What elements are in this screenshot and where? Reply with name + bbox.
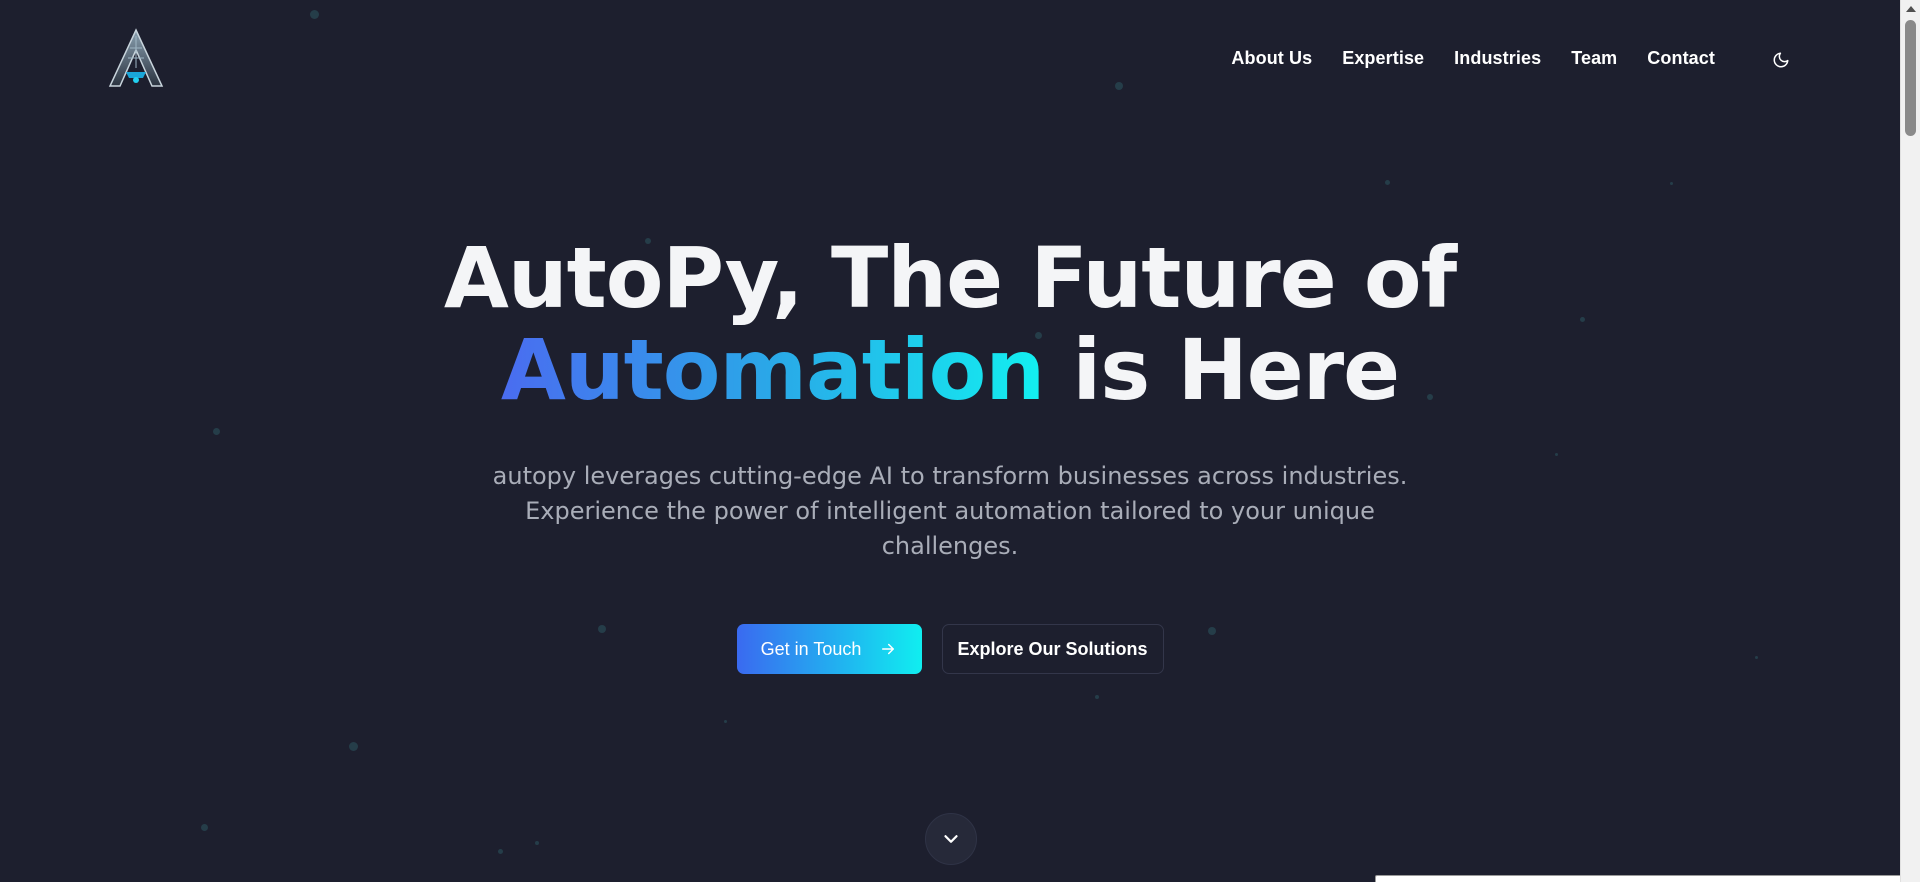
headline-line-2-rest: is Here bbox=[1044, 321, 1400, 419]
moon-icon bbox=[1773, 52, 1789, 68]
vertical-scrollbar[interactable] bbox=[1900, 0, 1920, 882]
subtitle-line-2: Experience the power of intelligent auto… bbox=[525, 497, 1375, 525]
headline-line-1: AutoPy, The Future of bbox=[443, 229, 1457, 327]
subtitle-line-1: autopy leverages cutting-edge AI to tran… bbox=[492, 462, 1408, 490]
hero-headline: AutoPy, The Future of Automation is Here bbox=[0, 232, 1900, 416]
autopy-logo-icon[interactable] bbox=[106, 28, 166, 90]
particle-dot bbox=[1555, 453, 1558, 456]
nav-link-industries[interactable]: Industries bbox=[1454, 48, 1541, 69]
nav-link-team[interactable]: Team bbox=[1571, 48, 1617, 69]
scroll-up-arrow-icon[interactable] bbox=[1906, 6, 1916, 12]
nav-link-expertise[interactable]: Expertise bbox=[1342, 48, 1424, 69]
particle-dot bbox=[201, 824, 208, 831]
particle-dot bbox=[535, 841, 539, 845]
autopy-a-logo-icon bbox=[108, 28, 164, 87]
particle-dot bbox=[349, 742, 358, 751]
nav-link-about-us[interactable]: About Us bbox=[1231, 48, 1312, 69]
nav-link-contact[interactable]: Contact bbox=[1647, 48, 1715, 69]
particle-dot bbox=[213, 428, 220, 435]
page: About Us Expertise Industries Team Conta… bbox=[0, 0, 1920, 882]
bottom-overlay-panel[interactable] bbox=[1375, 875, 1905, 882]
headline-highlight: Automation bbox=[500, 321, 1045, 419]
headline-line-2: Automation is Here bbox=[0, 324, 1900, 416]
site-header: About Us Expertise Industries Team Conta… bbox=[0, 0, 1900, 122]
particle-dot bbox=[724, 720, 727, 723]
main-nav: About Us Expertise Industries Team Conta… bbox=[1231, 48, 1715, 69]
scroll-down-button[interactable] bbox=[925, 813, 977, 865]
hero-subtitle: autopy leverages cutting-edge AI to tran… bbox=[0, 459, 1900, 564]
get-in-touch-button[interactable]: Get in Touch bbox=[736, 624, 922, 674]
particle-background bbox=[0, 0, 1920, 882]
explore-solutions-button[interactable]: Explore Our Solutions bbox=[941, 624, 1164, 674]
particle-dot bbox=[1095, 695, 1099, 699]
arrow-right-icon bbox=[882, 643, 895, 655]
scrollbar-thumb[interactable] bbox=[1905, 20, 1916, 136]
particle-dot bbox=[1670, 182, 1673, 185]
subtitle-line-3: challenges. bbox=[881, 532, 1019, 560]
hero-cta-row: Get in Touch Explore Our Solutions bbox=[0, 624, 1900, 674]
particle-dot bbox=[498, 849, 503, 854]
particle-dot bbox=[1385, 180, 1390, 185]
chevron-down-icon bbox=[944, 835, 958, 843]
get-in-touch-label: Get in Touch bbox=[760, 638, 862, 659]
theme-toggle-button[interactable] bbox=[1768, 47, 1794, 73]
